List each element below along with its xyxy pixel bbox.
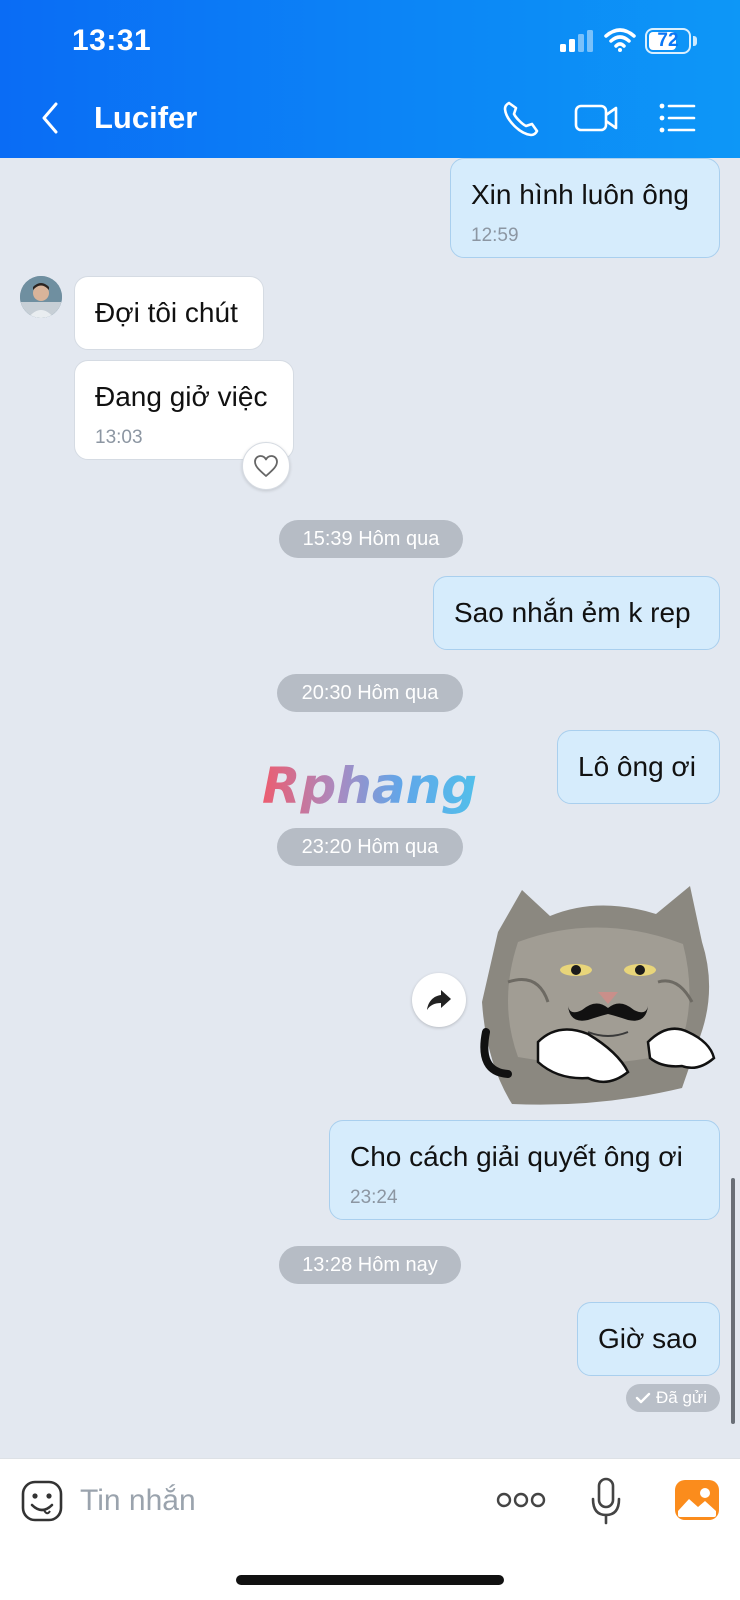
heart-icon bbox=[254, 455, 278, 477]
message-bubble-outgoing[interactable]: Sao nhắn ẻm k rep bbox=[433, 576, 720, 650]
forward-icon bbox=[427, 990, 451, 1010]
reaction-button[interactable] bbox=[242, 442, 290, 490]
phone-icon[interactable] bbox=[500, 96, 544, 140]
message-bubble-outgoing[interactable]: Lô ông ơi bbox=[557, 730, 720, 804]
back-button[interactable] bbox=[34, 98, 70, 138]
date-divider: 15:39 Hôm qua bbox=[279, 520, 463, 558]
message-text: Cho cách giải quyết ông ơi bbox=[350, 1141, 683, 1172]
message-text: Lô ông ơi bbox=[578, 751, 697, 782]
date-divider: 20:30 Hôm qua bbox=[277, 674, 463, 712]
avatar-photo bbox=[20, 276, 62, 318]
watermark-logo: Rphang bbox=[262, 758, 477, 815]
message-text: Sao nhắn ẻm k rep bbox=[454, 597, 691, 628]
sent-status-badge: Đã gửi bbox=[626, 1384, 720, 1412]
more-icon[interactable] bbox=[496, 1487, 546, 1513]
battery-level: 72 bbox=[657, 30, 679, 51]
message-text: Đợi tôi chút bbox=[95, 297, 238, 328]
message-bubble-incoming[interactable]: Đợi tôi chút bbox=[74, 276, 264, 350]
date-divider: 23:20 Hôm qua bbox=[277, 828, 463, 866]
app-header: 13:31 72 Lucifer bbox=[0, 0, 740, 158]
status-time: 13:31 bbox=[72, 24, 152, 57]
message-composer bbox=[0, 1458, 740, 1600]
image-icon[interactable] bbox=[674, 1479, 720, 1521]
signal-icon bbox=[560, 30, 593, 52]
date-divider: 13:28 Hôm nay bbox=[279, 1246, 461, 1284]
check-icon bbox=[635, 1392, 651, 1404]
avatar[interactable] bbox=[20, 276, 62, 318]
forward-button[interactable] bbox=[412, 973, 466, 1027]
cat-sticker[interactable] bbox=[478, 882, 722, 1118]
home-indicator bbox=[236, 1575, 504, 1585]
contact-name[interactable]: Lucifer bbox=[94, 100, 197, 136]
emoji-icon[interactable] bbox=[20, 1479, 64, 1523]
battery-nub bbox=[693, 36, 697, 46]
message-text: Giờ sao bbox=[598, 1323, 698, 1354]
sent-status-text: Đã gửi bbox=[656, 1388, 708, 1407]
menu-list-icon[interactable] bbox=[656, 96, 700, 140]
message-time: 23:24 bbox=[350, 1187, 398, 1208]
message-text: Đang giở việc bbox=[95, 381, 268, 412]
watermark-text: Rphang bbox=[262, 758, 477, 815]
message-text: Xin hình luôn ông bbox=[471, 179, 689, 210]
message-bubble-outgoing[interactable]: Giờ sao bbox=[577, 1302, 720, 1376]
chat-area[interactable]: Xin hình luôn ông 12:59 Đợi tôi chút Đan… bbox=[0, 158, 740, 1458]
message-input[interactable] bbox=[80, 1473, 460, 1529]
message-time: 12:59 bbox=[471, 225, 519, 246]
message-bubble-outgoing[interactable]: Cho cách giải quyết ông ơi 23:24 bbox=[329, 1120, 720, 1220]
message-bubble-outgoing[interactable]: Xin hình luôn ông 12:59 bbox=[450, 158, 720, 258]
microphone-icon[interactable] bbox=[590, 1477, 622, 1525]
message-time: 13:03 bbox=[95, 427, 143, 448]
battery-indicator: 72 bbox=[645, 28, 691, 54]
wifi-icon bbox=[604, 28, 636, 52]
video-call-icon[interactable] bbox=[574, 96, 618, 140]
scrollbar[interactable] bbox=[731, 1178, 735, 1424]
